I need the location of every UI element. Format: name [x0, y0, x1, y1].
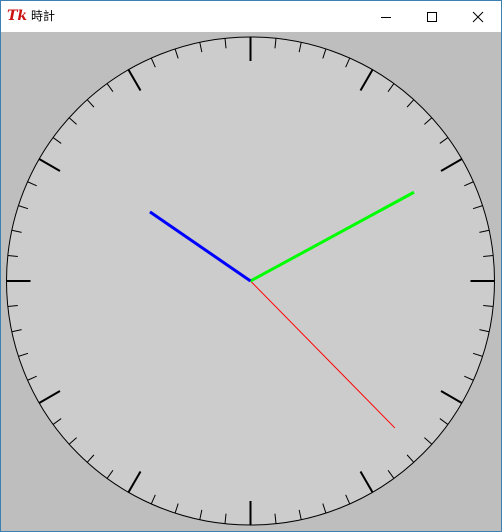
window-title: 時計 [31, 9, 56, 23]
close-icon [472, 11, 484, 22]
app-window: Tk 時計 [0, 0, 502, 532]
title-bar[interactable]: Tk 時計 [1, 1, 501, 32]
minimize-icon [381, 16, 391, 18]
clock-canvas [1, 32, 501, 531]
analog-clock [6, 36, 495, 526]
close-button[interactable] [455, 1, 501, 32]
maximize-button[interactable] [409, 1, 455, 32]
maximize-icon [427, 11, 437, 22]
minimize-button[interactable] [363, 1, 409, 32]
tk-feather-icon: Tk [7, 8, 28, 24]
